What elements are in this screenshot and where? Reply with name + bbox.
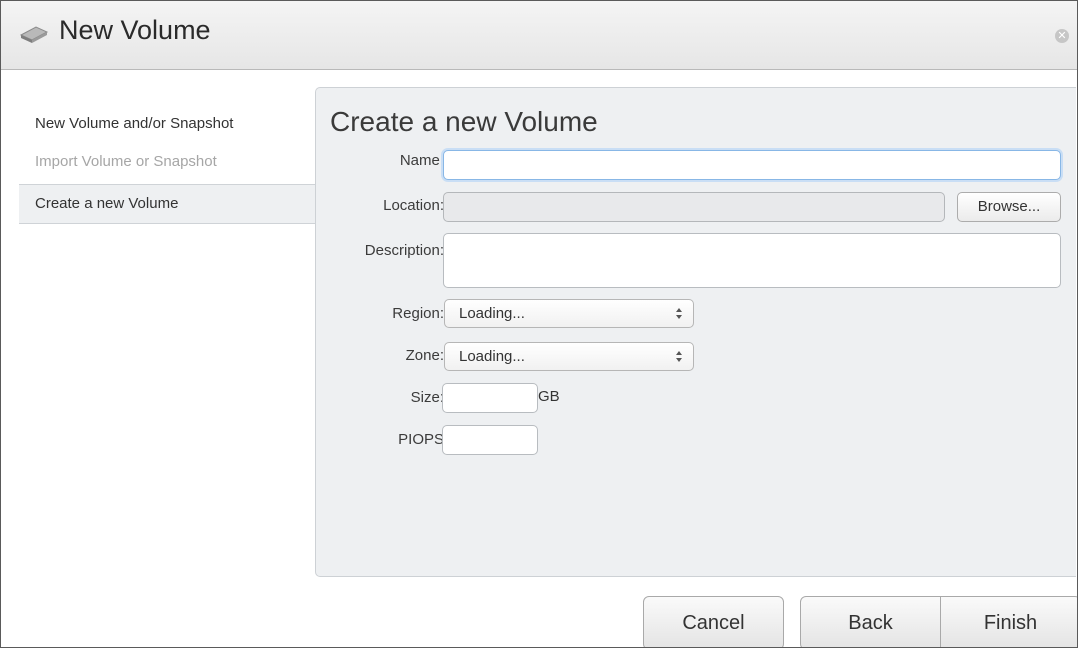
piops-label: PIOPS: [398, 431, 444, 448]
drive-icon: [19, 23, 49, 45]
step-new-volume-or-snapshot[interactable]: New Volume and/or Snapshot: [19, 105, 315, 143]
size-label: Size:: [410, 389, 444, 406]
name-label: Name:: [399, 152, 444, 169]
zone-selected-value: Loading...: [459, 348, 525, 365]
region-select[interactable]: Loading...: [444, 299, 694, 328]
location-label: Location:: [383, 197, 444, 214]
cancel-button[interactable]: Cancel: [643, 596, 784, 647]
wizard-steps: New Volume and/or Snapshot Import Volume…: [19, 105, 315, 224]
size-input[interactable]: [442, 383, 538, 413]
finish-button[interactable]: Finish: [940, 596, 1077, 647]
panel-heading: Create a new Volume: [330, 106, 598, 137]
browse-button[interactable]: Browse...: [957, 192, 1061, 222]
create-volume-panel: Create a new Volume Name: Location: Brow…: [315, 87, 1076, 577]
close-icon[interactable]: ✕: [1055, 29, 1069, 43]
back-button[interactable]: Back: [800, 596, 941, 647]
step-import-volume-or-snapshot: Import Volume or Snapshot: [35, 153, 217, 170]
location-input: [443, 192, 945, 222]
name-input[interactable]: [443, 150, 1061, 180]
updown-arrows-icon: [674, 343, 684, 370]
region-selected-value: Loading...: [459, 305, 525, 322]
title-bar: New Volume ✕: [1, 1, 1077, 70]
zone-label: Zone:: [405, 347, 444, 364]
new-volume-dialog: New Volume ✕ New Volume and/or Snapshot …: [0, 0, 1078, 648]
region-label: Region:: [392, 305, 444, 322]
description-input[interactable]: [443, 233, 1061, 288]
piops-input[interactable]: [442, 425, 538, 455]
updown-arrows-icon: [674, 300, 684, 327]
description-label: Description:: [364, 242, 444, 259]
dialog-title: New Volume: [59, 15, 211, 45]
zone-select[interactable]: Loading...: [444, 342, 694, 371]
step-create-new-volume[interactable]: Create a new Volume: [19, 184, 315, 224]
size-unit: GB: [538, 388, 560, 405]
